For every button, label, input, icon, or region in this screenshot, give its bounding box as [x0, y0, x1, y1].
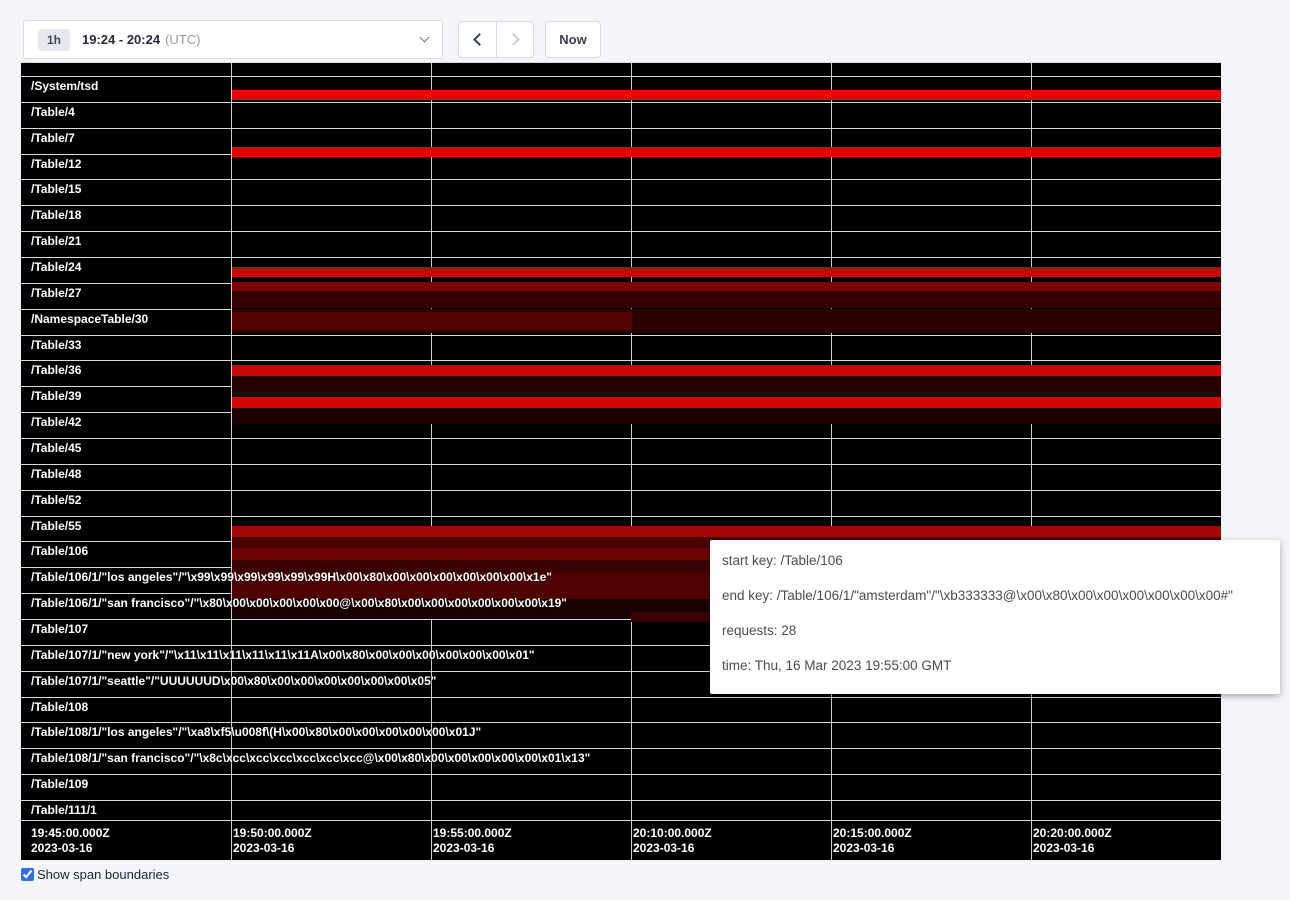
hover-tooltip: start key: /Table/106 end key: /Table/10…: [710, 540, 1280, 694]
heat-band: [232, 90, 1221, 100]
heat-band: [232, 282, 1221, 291]
span-key-label: /Table/27: [31, 287, 81, 300]
range-timezone: (UTC): [165, 32, 200, 47]
span-boundary-line: [21, 179, 1221, 180]
chevron-right-icon: [507, 33, 520, 46]
span-boundary-line: [21, 76, 1221, 77]
show-span-boundaries-label: Show span boundaries: [37, 867, 169, 882]
span-key-label: /Table/42: [31, 416, 81, 429]
span-boundary-line: [21, 516, 1221, 517]
range-text: 19:24 - 20:24: [82, 32, 160, 47]
tooltip-requests: requests: 28: [722, 623, 1268, 639]
time-range-selector[interactable]: 1h 19:24 - 20:24 (UTC): [23, 20, 443, 59]
heat-band: [232, 408, 1221, 424]
span-key-label: /Table/39: [31, 390, 81, 403]
span-key-label: /Table/107/1/"new york"/"\x11\x11\x11\x1…: [31, 649, 535, 662]
span-key-label: /Table/106: [31, 545, 88, 558]
heat-band: [232, 548, 710, 560]
heat-band: [232, 267, 1221, 277]
heat-band: [232, 147, 1221, 157]
span-boundary-line: [21, 231, 1221, 232]
span-key-label: /Table/108/1/"san francisco"/"\x8c\xcc\x…: [31, 752, 590, 765]
heat-band: [232, 312, 632, 330]
time-gridline: [631, 62, 632, 860]
span-boundary-line: [21, 722, 1221, 723]
heat-band: [631, 612, 710, 622]
x-axis-label: 20:20:00.000Z2023-03-16: [1033, 826, 1112, 856]
span-key-label: /Table/18: [31, 209, 81, 222]
span-boundary-line: [21, 464, 1221, 465]
span-boundary-line: [21, 128, 1221, 129]
x-axis-label: 20:10:00.000Z2023-03-16: [633, 826, 712, 856]
span-boundary-line: [21, 697, 1221, 698]
tooltip-start-key: start key: /Table/106: [722, 553, 1268, 569]
span-boundary-line: [21, 800, 1221, 801]
span-key-label: /Table/45: [31, 442, 81, 455]
span-boundary-line: [21, 335, 1221, 336]
heat-band: [232, 397, 1221, 408]
span-key-label: /Table/24: [31, 261, 81, 274]
span-boundary-line: [21, 774, 1221, 775]
prev-time-button[interactable]: [458, 21, 496, 58]
time-gridline: [231, 62, 232, 860]
span-boundary-line: [21, 360, 1221, 361]
x-axis-label: 19:50:00.000Z2023-03-16: [233, 826, 312, 856]
next-time-button[interactable]: [496, 21, 534, 58]
tooltip-time: time: Thu, 16 Mar 2023 19:55:00 GMT: [722, 658, 1268, 674]
time-gridline: [831, 62, 832, 860]
heatmap-canvas[interactable]: start key: /Table/106 end key: /Table/10…: [21, 62, 1221, 860]
heat-band: [232, 365, 1221, 376]
heat-band: [232, 291, 1221, 308]
time-gridline: [431, 62, 432, 860]
span-boundary-line: [21, 438, 1221, 439]
span-key-label: /System/tsd: [31, 80, 98, 93]
heat-band: [232, 376, 1221, 397]
x-axis-label: 19:45:00.000Z2023-03-16: [31, 826, 110, 856]
key-visualizer-page: 1h 19:24 - 20:24 (UTC) Now start key: /T…: [0, 0, 1290, 900]
span-key-label: /Table/106/1/"los angeles"/"\x99\x99\x99…: [31, 571, 552, 584]
x-axis-label: 19:55:00.000Z2023-03-16: [433, 826, 512, 856]
span-boundary-line: [21, 102, 1221, 103]
tooltip-end-key: end key: /Table/106/1/"amsterdam"/"\xb33…: [722, 588, 1268, 604]
show-span-boundaries-checkbox[interactable]: [21, 868, 34, 881]
span-boundary-line: [21, 62, 1221, 63]
span-key-label: /Table/108: [31, 701, 88, 714]
span-boundary-line: [21, 748, 1221, 749]
span-key-label: /NamespaceTable/30: [31, 313, 148, 326]
chevron-down-icon: [421, 38, 428, 41]
span-boundary-line: [21, 257, 1221, 258]
span-key-label: /Table/55: [31, 520, 81, 533]
now-button[interactable]: Now: [545, 21, 601, 58]
span-boundary-line: [21, 820, 1221, 821]
span-key-label: /Table/12: [31, 158, 81, 171]
span-boundaries-control: Show span boundaries: [21, 867, 169, 882]
span-key-label: /Table/111/1: [31, 804, 97, 817]
span-key-label: /Table/33: [31, 339, 81, 352]
time-gridline: [1031, 62, 1032, 860]
span-key-label: /Table/21: [31, 235, 81, 248]
span-key-label: /Table/52: [31, 494, 81, 507]
span-key-label: /Table/36: [31, 364, 81, 377]
span-key-label: /Table/7: [31, 132, 75, 145]
span-key-label: /Table/108/1/"los angeles"/"\xa8\xf5\u00…: [31, 726, 481, 739]
span-key-label: /Table/106/1/"san francisco"/"\x80\x00\x…: [31, 597, 567, 610]
span-key-label: /Table/15: [31, 183, 81, 196]
heat-band: [232, 526, 1221, 537]
time-nav-buttons: [458, 21, 534, 58]
span-key-label: /Table/109: [31, 778, 88, 791]
span-key-label: /Table/107: [31, 623, 88, 636]
span-boundary-line: [21, 490, 1221, 491]
duration-chip: 1h: [38, 29, 70, 51]
span-key-label: /Table/48: [31, 468, 81, 481]
span-key-label: /Table/4: [31, 106, 75, 119]
chevron-left-icon: [473, 33, 486, 46]
x-axis-label: 20:15:00.000Z2023-03-16: [833, 826, 912, 856]
span-boundary-line: [21, 205, 1221, 206]
span-key-label: /Table/107/1/"seattle"/"UUUUUUD\x00\x80\…: [31, 675, 436, 688]
